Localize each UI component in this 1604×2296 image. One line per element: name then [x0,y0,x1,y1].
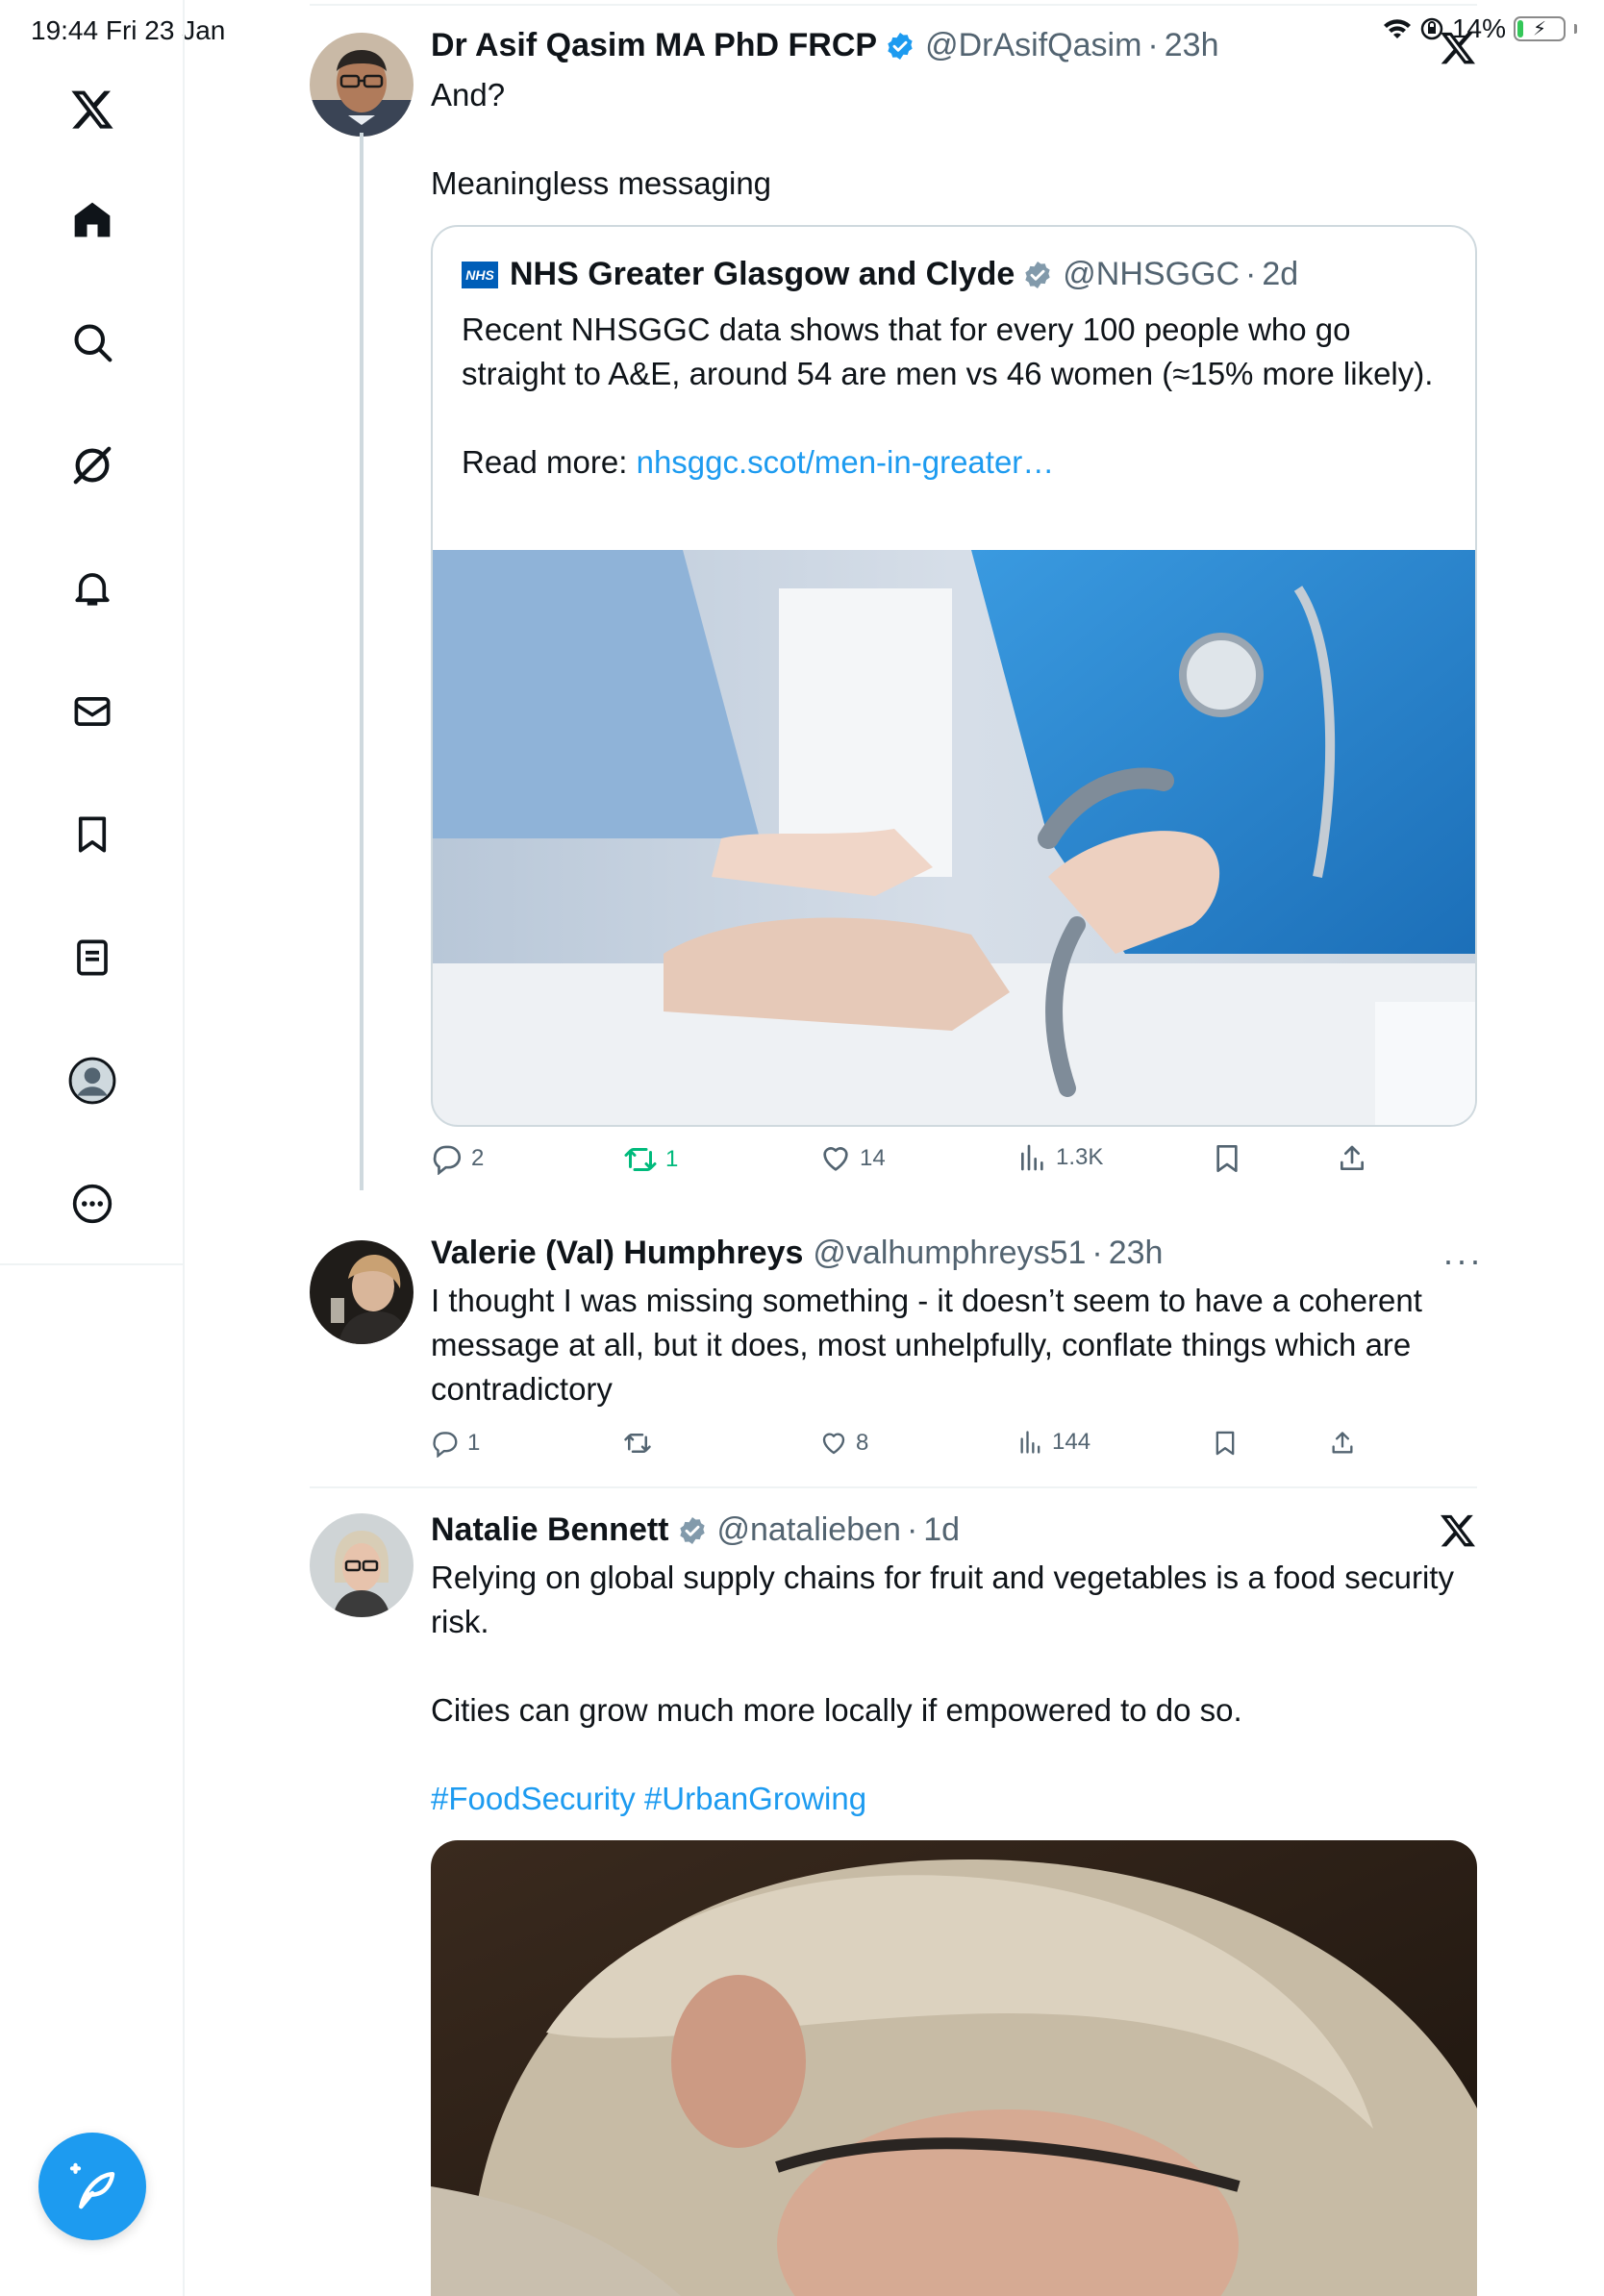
like-count: 14 [860,1145,886,1171]
profile-icon[interactable] [63,1052,121,1110]
avatar-natalie-bennett[interactable] [310,1513,414,1617]
home-icon[interactable] [63,190,121,248]
bell-icon[interactable] [63,560,121,617]
tweet-header: Dr Asif Qasim MA PhD FRCP @DrAsifQasim ·… [431,27,1219,64]
tweet-header: Natalie Bennett @natalieben · 1d [431,1511,961,1549]
post-time[interactable]: 23h [1165,27,1219,64]
bookmark-button[interactable] [1212,1429,1239,1458]
quote-text: Recent NHSGGC data shows that for every … [462,308,1452,485]
retweet-count: 1 [665,1146,679,1172]
share-icon [1332,1432,1353,1454]
author-handle[interactable]: @DrAsifQasim [925,27,1141,64]
share-button[interactable] [1329,1429,1356,1458]
author-handle[interactable]: @natalieben [717,1511,901,1549]
verified-badge-icon [885,31,915,62]
reply-button[interactable]: 1 [431,1429,480,1458]
reply-count: 1 [467,1430,481,1456]
x-logo-icon[interactable] [63,81,121,138]
post-hashtags[interactable]: #FoodSecurity #UrbanGrowing [431,1777,866,1821]
nhs-logo: NHS [462,261,498,288]
post-time[interactable]: 1d [923,1511,960,1549]
post-divider [310,1486,1477,1488]
heart-icon [822,1433,845,1455]
bookmark-button[interactable] [1212,1142,1242,1175]
analytics-icon [1020,1431,1040,1454]
quote-link[interactable]: nhsggc.scot/men-in-greater… [637,444,1055,480]
search-icon[interactable] [63,313,121,371]
quote-header: NHS NHS Greater Glasgow and Clyde @NHSGG… [462,256,1298,293]
mail-icon[interactable] [63,683,121,740]
reply-icon [433,1432,458,1458]
author-handle[interactable]: @valhumphreys51 [813,1235,1086,1272]
avatar-valerie-humphreys[interactable] [310,1240,414,1344]
author-name[interactable]: Valerie (Val) Humphreys [431,1235,803,1272]
views-button[interactable]: 1.3K [1017,1142,1103,1173]
more-icon[interactable] [63,1175,121,1233]
post-text: Relying on global supply chains for frui… [431,1560,1454,1728]
wifi-icon [1383,19,1411,38]
like-button[interactable]: 14 [819,1142,886,1175]
more-options-icon[interactable]: ··· [1442,1240,1483,1281]
like-button[interactable]: 8 [819,1429,868,1458]
retweet-icon [624,1148,657,1171]
author-name[interactable]: Dr Asif Qasim MA PhD FRCP [431,27,877,64]
heart-icon [823,1147,848,1171]
post-text: I thought I was missing something - it d… [431,1283,1432,1407]
view-count: 1.3K [1056,1144,1104,1170]
bookmark-icon [1216,1431,1235,1456]
avatar-asif-qasim[interactable] [310,33,414,137]
verified-grey-badge-icon [1022,260,1053,290]
views-button[interactable]: 144 [1017,1429,1090,1456]
feed-top-divider [310,4,1477,6]
quote-author-handle[interactable]: @NHSGGC [1063,256,1240,293]
thread-connector-line [360,133,363,1190]
x-logo-icon [1439,29,1477,67]
share-icon [1341,1145,1364,1170]
battery-icon: ⚡ [1514,16,1566,41]
verified-grey-badge-icon [677,1515,708,1546]
compose-post-button[interactable] [38,2133,146,2240]
like-count: 8 [856,1430,869,1456]
reply-icon [433,1145,462,1175]
post-media-video[interactable] [431,1840,1477,2296]
reply-count: 2 [471,1145,485,1171]
view-count: 144 [1052,1429,1091,1455]
retweet-button[interactable]: 1 [623,1142,678,1177]
quote-media-image[interactable] [433,550,1475,1125]
author-name[interactable]: Natalie Bennett [431,1511,669,1549]
lists-icon[interactable] [63,929,121,986]
bookmark-icon [1216,1145,1238,1172]
share-button[interactable] [1337,1142,1367,1175]
compose-post-icon [69,2162,115,2209]
quote-post-time[interactable]: 2d [1262,256,1298,293]
x-logo-icon [1439,1511,1477,1550]
status-indicators: 14% ⚡ [1383,13,1577,44]
sidebar-nav [0,0,185,2296]
post-actions: 2 1 14 1.3K [431,1142,1383,1185]
bookmark-icon[interactable] [63,806,121,863]
tweet-header: Valerie (Val) Humphreys @valhumphreys51 … [431,1235,1164,1272]
quote-author-name[interactable]: NHS Greater Glasgow and Clyde [510,256,1015,293]
sidebar-divider [0,1263,185,1265]
post-text: And? Meaningless messaging [431,77,772,201]
retweet-button[interactable] [623,1429,652,1458]
post-time[interactable]: 23h [1109,1235,1164,1272]
reply-button[interactable]: 2 [431,1142,484,1175]
retweet-icon [624,1434,651,1453]
quoted-post-card[interactable]: NHS NHS Greater Glasgow and Clyde @NHSGG… [431,225,1477,1127]
analytics-icon [1021,1144,1043,1171]
grok-icon[interactable] [63,437,121,494]
post-actions: 1 8 144 [431,1429,1383,1471]
